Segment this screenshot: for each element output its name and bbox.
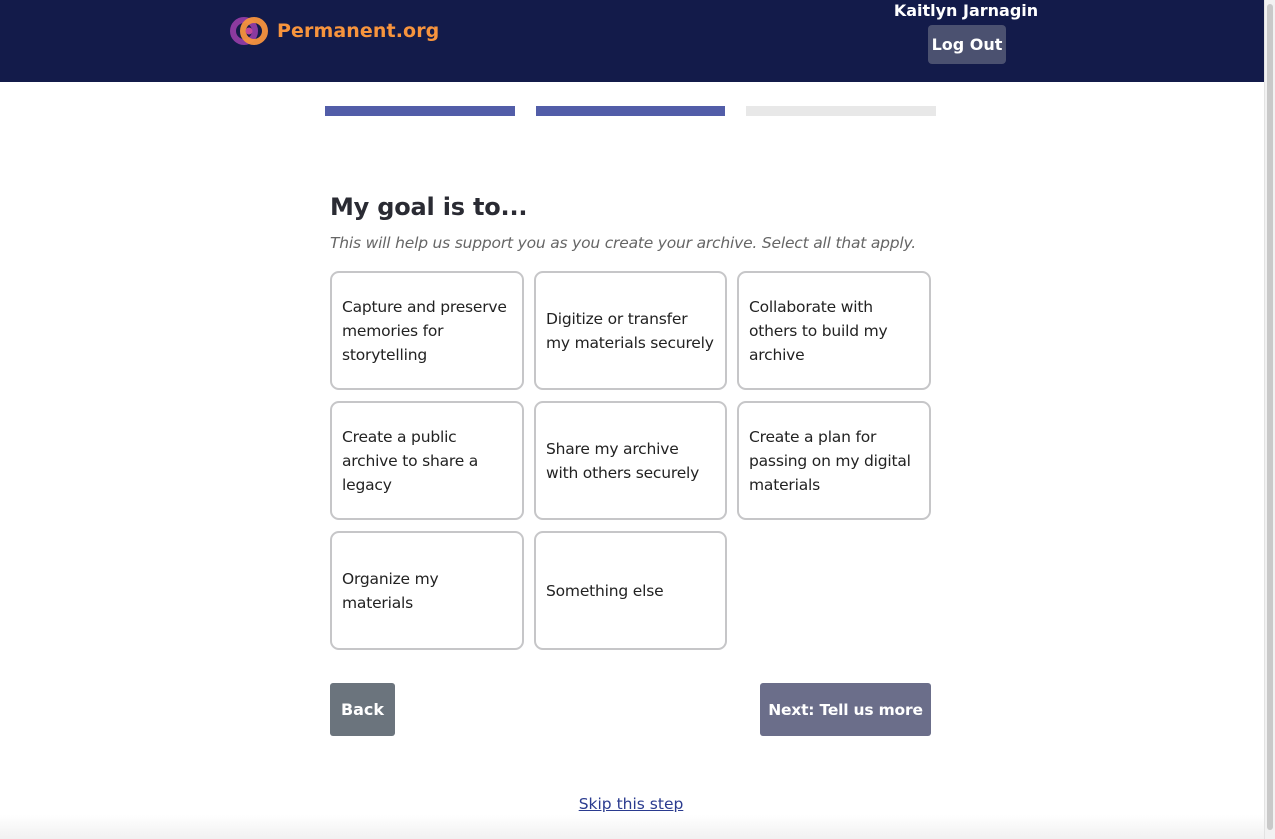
scrollbar-thumb[interactable] [1267,4,1273,830]
vertical-scrollbar[interactable] [1264,0,1275,839]
page-subtitle: This will help us support you as you cre… [330,234,917,252]
goal-option-share-archive[interactable]: Share my archive with others securely [534,401,727,520]
skip-step-link-text[interactable]: Skip this step [579,795,684,813]
page-title: My goal is to... [330,193,528,221]
skip-step-link: Skip this step [0,795,1262,813]
progress-step-2 [536,106,725,116]
logo-wordmark: Permanent.org [277,20,440,42]
goal-option-something-else[interactable]: Something else [534,531,727,650]
goal-option-organize[interactable]: Organize my materials [330,531,524,650]
bottom-fade [0,815,1264,839]
goal-options-grid: Capture and preserve memories for storyt… [330,271,931,650]
next-button[interactable]: Next: Tell us more [760,683,931,736]
goal-option-digitize-materials[interactable]: Digitize or transfer my materials secure… [534,271,727,390]
account-user-name: Kaitlyn Jarnagin [893,1,1039,20]
goal-option-collaborate[interactable]: Collaborate with others to build my arch… [737,271,931,390]
progress-step-3 [746,106,936,116]
progress-step-1 [325,106,515,116]
back-button[interactable]: Back [330,683,395,736]
onboarding-progress-bar [325,106,936,116]
goal-option-legacy-plan[interactable]: Create a plan for passing on my digital … [737,401,931,520]
goal-option-public-archive[interactable]: Create a public archive to share a legac… [330,401,524,520]
permanent-logo[interactable]: Permanent.org [230,14,439,48]
top-navigation-bar: Permanent.org Kaitlyn Jarnagin Log Out [0,0,1264,82]
permanent-logo-icon [230,17,268,45]
goal-option-capture-memories[interactable]: Capture and preserve memories for storyt… [330,271,524,390]
logout-button[interactable]: Log Out [928,25,1006,64]
